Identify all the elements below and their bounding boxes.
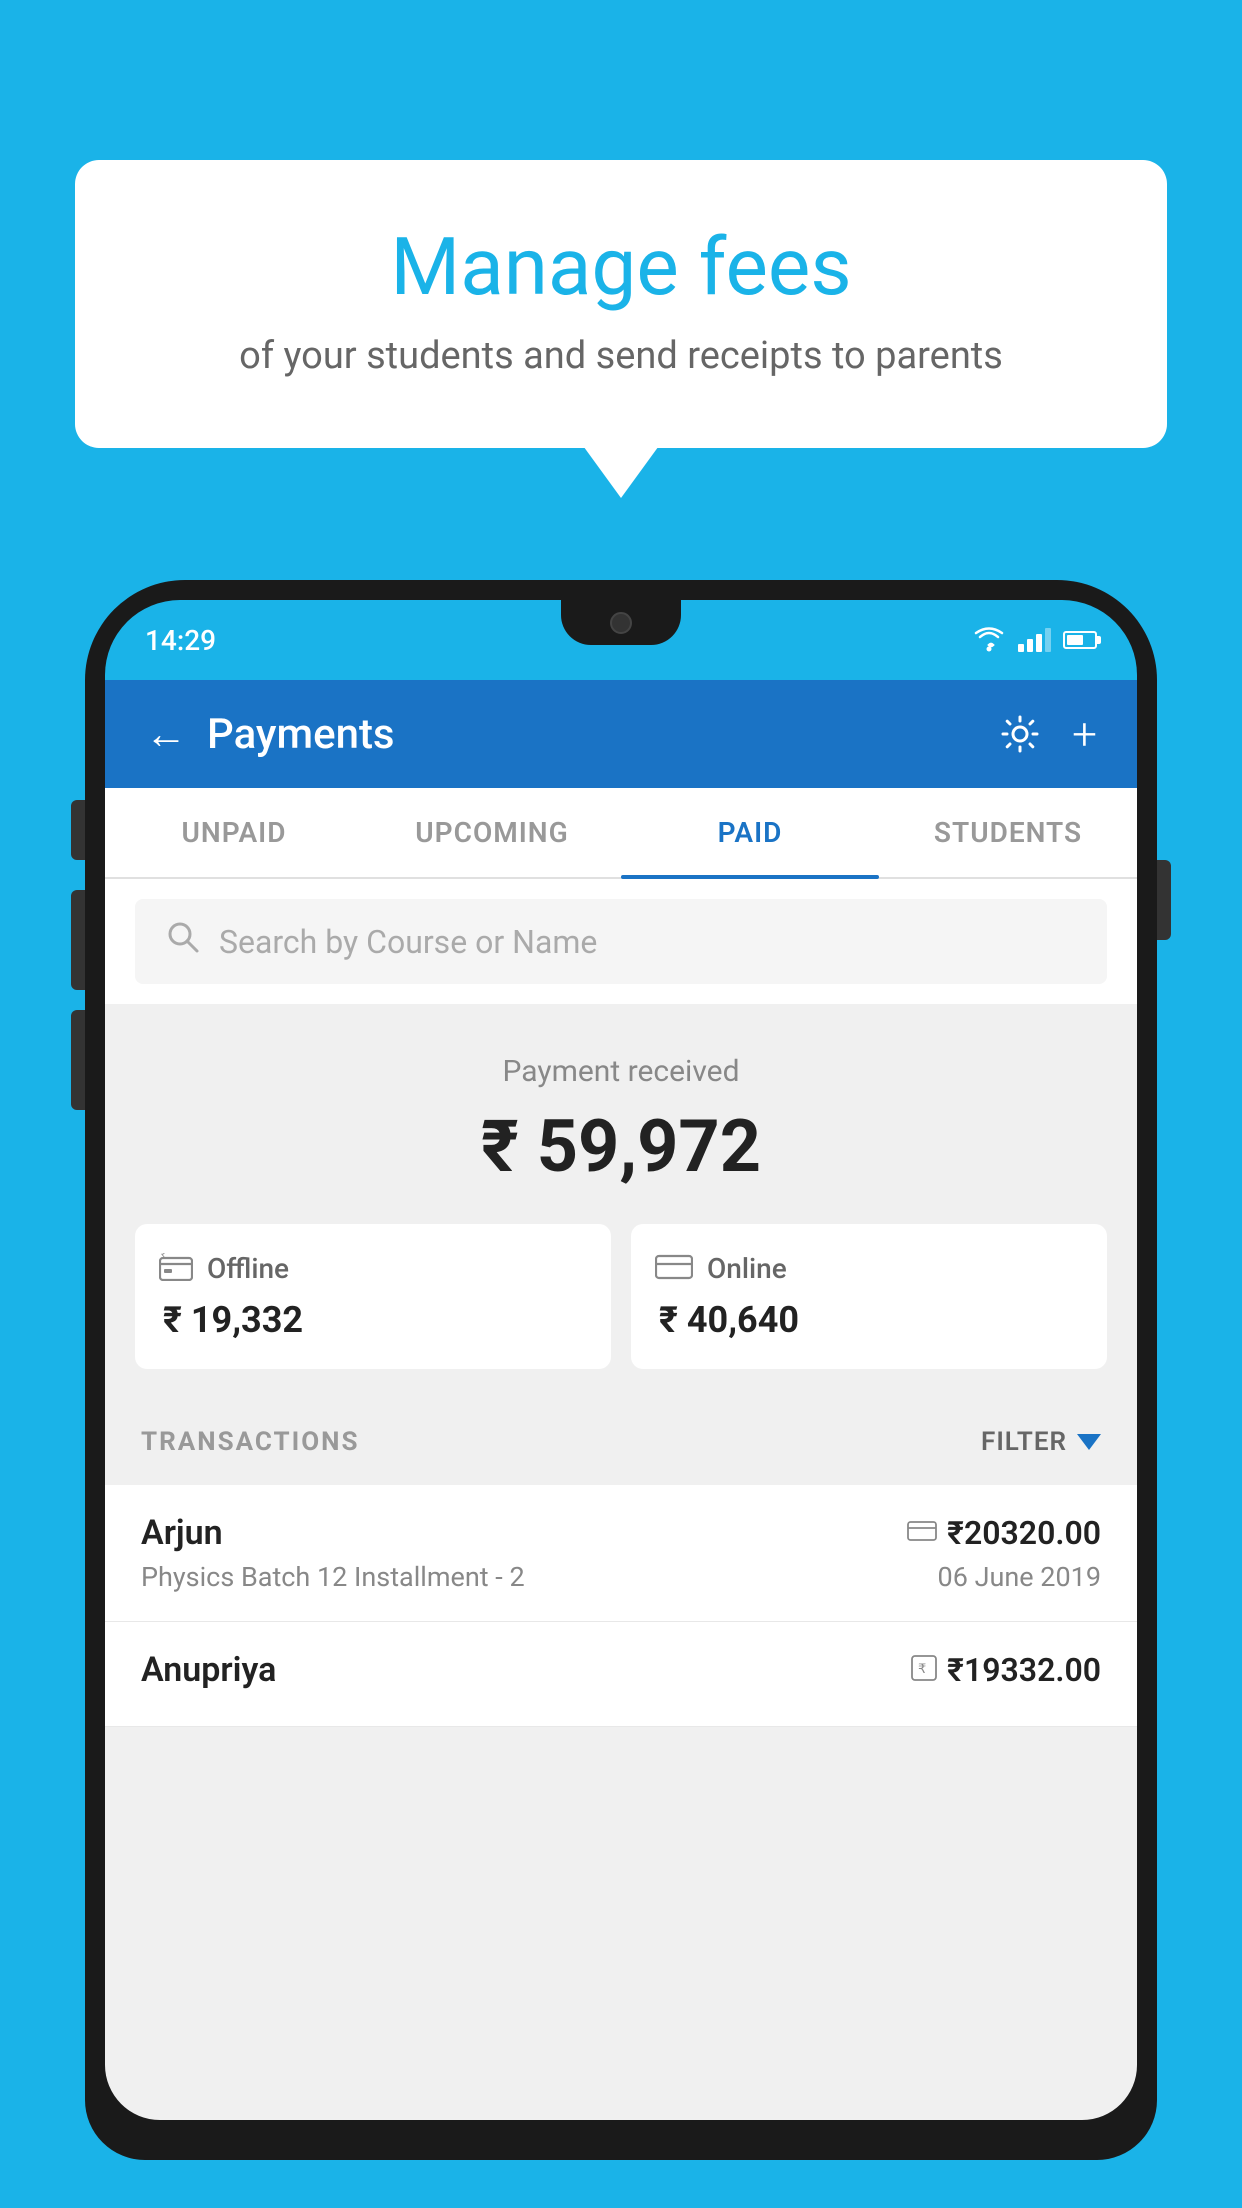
tab-paid[interactable]: PAID: [621, 788, 879, 877]
filter-label: FILTER: [981, 1427, 1067, 1457]
back-button[interactable]: ←: [145, 710, 187, 759]
svg-text:₹: ₹: [161, 1253, 166, 1260]
front-camera: [610, 612, 632, 634]
transaction-amount: ₹20320.00: [947, 1514, 1101, 1552]
payment-total-amount: ₹ 59,972: [135, 1104, 1107, 1189]
transactions-label: TRANSACTIONS: [141, 1427, 359, 1457]
status-time: 14:29: [145, 624, 216, 657]
header-right: +: [998, 708, 1097, 760]
table-row[interactable]: Anupriya ₹ ₹19332.00: [105, 1622, 1137, 1727]
phone-frame: 14:29: [85, 580, 1157, 2160]
add-button[interactable]: +: [1072, 708, 1097, 760]
transaction-bottom-row: Physics Batch 12 Installment - 2 06 June…: [141, 1561, 1101, 1593]
phone-wrapper: 14:29: [85, 580, 1157, 2208]
tab-unpaid[interactable]: UNPAID: [105, 788, 363, 877]
transaction-rupee-icon: ₹: [911, 1655, 937, 1685]
transaction-top-row: Arjun ₹20320.00: [141, 1513, 1101, 1553]
search-container: Search by Course or Name: [105, 879, 1137, 1004]
filter-icon: [1077, 1434, 1101, 1450]
transaction-amount-wrapper: ₹20320.00: [907, 1514, 1101, 1552]
speech-bubble: Manage fees of your students and send re…: [75, 160, 1167, 448]
status-icons: [972, 627, 1097, 653]
offline-label: Offline: [207, 1252, 289, 1285]
battery-fill: [1067, 635, 1083, 645]
search-input[interactable]: Search by Course or Name: [219, 923, 597, 961]
volume-down-button: [71, 1010, 85, 1110]
signal-bar-2: [1027, 639, 1033, 652]
bubble-title: Manage fees: [155, 220, 1087, 314]
gear-icon[interactable]: [998, 712, 1042, 756]
silent-button: [71, 800, 85, 860]
filter-button[interactable]: FILTER: [981, 1427, 1101, 1457]
search-icon: [165, 919, 201, 964]
bubble-subtitle: of your students and send receipts to pa…: [155, 334, 1087, 378]
online-label: Online: [707, 1252, 787, 1285]
transaction-amount-wrapper: ₹ ₹19332.00: [911, 1651, 1101, 1689]
offline-icon: ₹: [159, 1253, 193, 1285]
signal-bars: [1018, 628, 1051, 652]
status-bar: 14:29: [105, 600, 1137, 680]
payment-summary: Payment received ₹ 59,972 ₹: [105, 1004, 1137, 1399]
offline-amount: ₹ 19,332: [159, 1299, 587, 1341]
online-payment-card: Online ₹ 40,640: [631, 1224, 1107, 1369]
online-icon: [655, 1253, 693, 1285]
transaction-card-icon: [907, 1520, 937, 1546]
transaction-name: Arjun: [141, 1513, 223, 1553]
phone-screen: ← Payments + UNPAID UPCOMING PAID STUDEN…: [105, 680, 1137, 2120]
offline-card-header: ₹ Offline: [159, 1252, 587, 1285]
signal-bar-3: [1036, 634, 1042, 652]
transactions-header: TRANSACTIONS FILTER: [105, 1399, 1137, 1485]
svg-text:₹: ₹: [918, 1661, 926, 1676]
table-row[interactable]: Arjun ₹20320.00 Physics Batch 12 Install…: [105, 1485, 1137, 1622]
speech-bubble-wrapper: Manage fees of your students and send re…: [75, 160, 1167, 448]
search-bar[interactable]: Search by Course or Name: [135, 899, 1107, 984]
payment-cards: ₹ Offline ₹ 19,332: [135, 1224, 1107, 1369]
signal-bar-1: [1018, 644, 1024, 652]
tab-upcoming[interactable]: UPCOMING: [363, 788, 621, 877]
transaction-date: 06 June 2019: [938, 1561, 1101, 1593]
header-left: ← Payments: [145, 710, 395, 759]
transaction-name: Anupriya: [141, 1650, 276, 1690]
page-title: Payments: [207, 710, 395, 759]
payment-received-label: Payment received: [135, 1054, 1107, 1089]
online-amount: ₹ 40,640: [655, 1299, 1083, 1341]
signal-bar-4: [1045, 628, 1051, 652]
volume-up-button: [71, 890, 85, 990]
transaction-top-row: Anupriya ₹ ₹19332.00: [141, 1650, 1101, 1690]
tab-students[interactable]: STUDENTS: [879, 788, 1137, 877]
offline-payment-card: ₹ Offline ₹ 19,332: [135, 1224, 611, 1369]
power-button: [1157, 860, 1171, 940]
online-card-header: Online: [655, 1252, 1083, 1285]
app-header: ← Payments +: [105, 680, 1137, 788]
battery-icon: [1063, 631, 1097, 649]
tabs-container: UNPAID UPCOMING PAID STUDENTS: [105, 788, 1137, 879]
phone-notch: [561, 600, 681, 645]
wifi-icon: [972, 627, 1006, 653]
transaction-detail: Physics Batch 12 Installment - 2: [141, 1561, 525, 1593]
transaction-amount: ₹19332.00: [947, 1651, 1101, 1689]
